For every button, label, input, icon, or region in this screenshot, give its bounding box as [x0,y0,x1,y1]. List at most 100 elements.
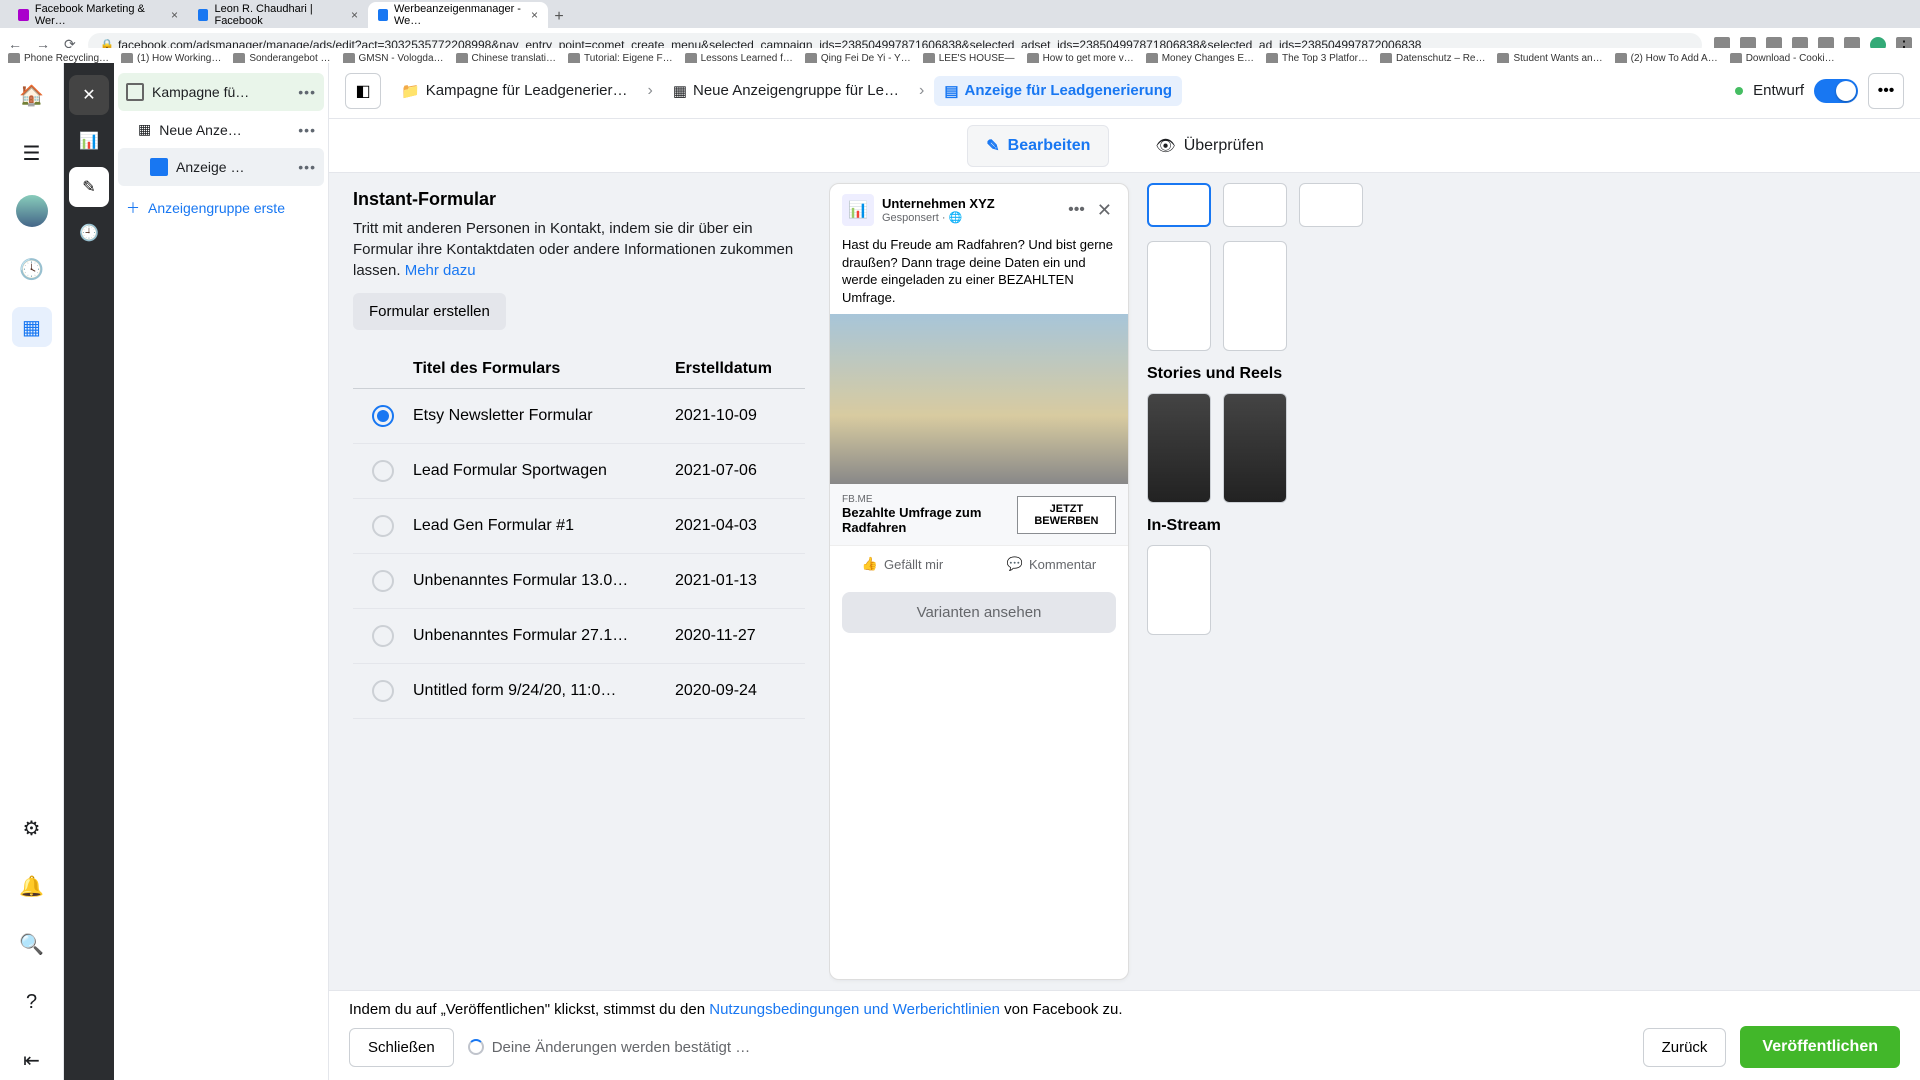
ad-headline: Bezahlte Umfrage zum Radfahren [842,505,1009,535]
tab-edit[interactable]: ✎Bearbeiten [967,125,1109,167]
status-dot-icon [1735,87,1743,95]
close-icon[interactable]: × [531,8,538,22]
form-row[interactable]: Unbenanntes Formular 27.1…2020-11-27 [353,609,805,664]
campaign-tree: Kampagne fü… ••• ▦ Neue Anze… ••• Anzeig… [114,63,329,1080]
tree-ad[interactable]: Anzeige … ••• [118,148,324,186]
form-row[interactable]: Lead Gen Formular #12021-04-03 [353,499,805,554]
form-title: Lead Gen Formular #1 [413,517,675,535]
ad-image [830,314,1128,484]
more-icon[interactable]: ••• [1068,201,1085,219]
form-row[interactable]: Etsy Newsletter Formular2021-10-09 [353,389,805,444]
more-icon[interactable]: ••• [298,84,316,100]
editor-strip: ✕ 📊 ✎ 🕘 [64,63,114,1080]
active-toggle[interactable] [1814,79,1858,103]
form-row[interactable]: Lead Formular Sportwagen2021-07-06 [353,444,805,499]
footer-legal: Indem du auf „Veröffentlichen" klickst, … [349,1001,1900,1018]
new-tab-button[interactable]: + [548,6,570,28]
radio-button[interactable] [372,680,394,702]
collapse-icon[interactable]: ⇤ [12,1040,52,1080]
radio-button[interactable] [372,515,394,537]
page-name: Unternehmen XYZ [882,196,995,211]
radio-button[interactable] [372,405,394,427]
close-icon[interactable]: ✕ [1093,200,1116,221]
global-nav: 🏠 ☰ 🕓 ▦ ⚙ 🔔 🔍 ? ⇤ [0,63,64,1080]
more-button[interactable]: ••• [1868,73,1904,109]
variants-button[interactable]: Varianten ansehen [842,592,1116,633]
learn-more-link[interactable]: Mehr dazu [405,262,476,279]
folder-icon: 📁 [401,82,420,100]
radio-button[interactable] [372,625,394,647]
back-button[interactable]: Zurück [1643,1028,1727,1067]
ad-text: Hast du Freude am Radfahren? Und bist ge… [830,236,1128,314]
more-icon[interactable]: ••• [298,122,316,138]
form-title: Unbenanntes Formular 13.0… [413,572,675,590]
browser-tab-active[interactable]: Werbeanzeigenmanager - We…× [368,2,548,28]
form-title: Lead Formular Sportwagen [413,462,675,480]
crumb-campaign[interactable]: 📁Kampagne für Leadgenerier… [391,76,637,106]
placement-thumb[interactable] [1223,241,1287,351]
status-label: Entwurf [1753,82,1804,99]
grid-icon: ▦ [673,82,687,100]
placement-thumb[interactable] [1223,393,1287,503]
more-icon[interactable]: ••• [298,159,316,175]
tree-adset[interactable]: ▦ Neue Anze… ••• [118,111,324,148]
grid-icon: ▦ [138,121,151,138]
ad-preview: 📊 Unternehmen XYZ Gesponsert · 🌐 ••• ✕ H… [829,183,1129,980]
help-icon[interactable]: ? [12,982,52,1022]
radio-button[interactable] [372,570,394,592]
close-editor-button[interactable]: ✕ [69,75,109,115]
form-title: Etsy Newsletter Formular [413,407,675,425]
folder-icon [126,83,144,101]
create-form-button[interactable]: Formular erstellen [353,293,506,330]
crumb-adset[interactable]: ▦Neue Anzeigengruppe für Le… [663,76,909,106]
cta-button[interactable]: JETZT BEWERBEN [1017,496,1116,534]
placement-thumb[interactable] [1223,183,1287,227]
menu-icon[interactable]: ☰ [12,133,52,173]
section-title: Instant-Formular [353,189,805,210]
publish-button[interactable]: Veröffentlichen [1740,1026,1900,1068]
ad-url: FB.ME [842,494,1009,505]
placement-thumb[interactable] [1147,241,1211,351]
placement-thumb[interactable] [1147,393,1211,503]
sponsored-label: Gesponsert · 🌐 [882,211,995,224]
panel-toggle-button[interactable]: ◧ [345,73,381,109]
plus-icon: ＋ [126,198,140,218]
gauge-icon[interactable]: 🕓 [12,249,52,289]
page-logo: 📊 [842,194,874,226]
comment-button[interactable]: 💬 Kommentar [1007,556,1096,572]
browser-tab[interactable]: Facebook Marketing & Wer…× [8,2,188,28]
edit-icon[interactable]: ✎ [69,167,109,207]
form-date: 2021-01-13 [675,572,805,590]
form-date: 2021-07-06 [675,462,805,480]
avatar[interactable] [12,191,52,231]
home-icon[interactable]: 🏠 [12,75,52,115]
close-button[interactable]: Schließen [349,1028,454,1067]
crumb-ad[interactable]: ▤Anzeige für Leadgenerierung [934,76,1182,106]
chart-icon[interactable]: 📊 [69,121,109,161]
browser-tab[interactable]: Leon R. Chaudhari | Facebook× [188,2,368,28]
terms-link[interactable]: Nutzungsbedingungen und Werberichtlinien [709,1001,1000,1018]
close-icon[interactable]: × [351,8,358,22]
eye-icon: 👁 [1155,136,1175,156]
grid-icon[interactable]: ▦ [12,307,52,347]
form-row[interactable]: Unbenanntes Formular 13.0…2021-01-13 [353,554,805,609]
tree-campaign[interactable]: Kampagne fü… ••• [118,73,324,111]
search-icon[interactable]: 🔍 [12,924,52,964]
doc-icon [150,158,168,176]
radio-button[interactable] [372,460,394,482]
placement-thumb[interactable] [1147,183,1211,227]
gear-icon[interactable]: ⚙ [12,808,52,848]
add-adset-button[interactable]: ＋ Anzeigengruppe erste [118,186,324,230]
tab-review[interactable]: 👁Überprüfen [1137,126,1281,166]
like-button[interactable]: 👍 Gefällt mir [862,556,943,572]
section-desc: Tritt mit anderen Personen in Kontakt, i… [353,218,805,281]
clock-icon[interactable]: 🕘 [69,213,109,253]
placement-thumb[interactable] [1147,545,1211,635]
form-row[interactable]: Untitled form 9/24/20, 11:0…2020-09-24 [353,664,805,719]
close-icon[interactable]: × [171,8,178,22]
placement-thumb[interactable] [1299,183,1363,227]
chevron-right-icon: › [919,82,924,100]
bell-icon[interactable]: 🔔 [12,866,52,906]
form-title: Unbenanntes Formular 27.1… [413,627,675,645]
form-date: 2020-11-27 [675,627,805,645]
